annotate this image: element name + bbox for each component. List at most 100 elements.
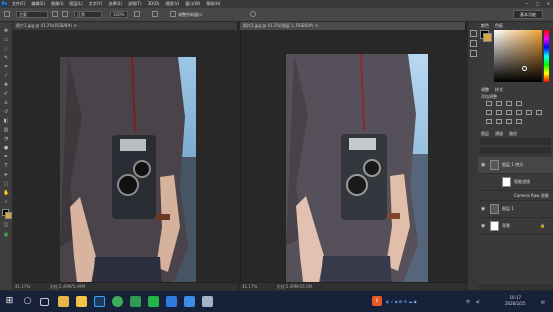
store-icon[interactable] bbox=[184, 296, 195, 307]
crop-tool-icon[interactable]: ⌗ bbox=[3, 64, 9, 70]
zoom-status-left[interactable]: 41.17% bbox=[15, 284, 30, 289]
color-balance-adjust-icon[interactable] bbox=[506, 110, 512, 115]
curves-adjust-icon[interactable] bbox=[506, 101, 512, 106]
tab-color[interactable]: 颜色 bbox=[481, 22, 489, 29]
menu-window[interactable]: 窗口(W) bbox=[185, 0, 200, 8]
menu-view[interactable]: 视图(V) bbox=[165, 0, 179, 8]
tab-swatches[interactable]: 色板 bbox=[495, 22, 503, 29]
hue-saturation-adjust-icon[interactable] bbox=[496, 110, 502, 115]
visibility-eye-icon[interactable]: ◉ bbox=[481, 207, 486, 212]
menu-select[interactable]: 选择(S) bbox=[108, 0, 122, 8]
tab-adjustments[interactable]: 调整 bbox=[481, 86, 489, 93]
move-tool-icon[interactable]: ✥ bbox=[3, 28, 9, 34]
hand-tool-icon[interactable]: ✋ bbox=[3, 190, 9, 196]
canvas-left[interactable] bbox=[13, 30, 238, 291]
gradient-map-adjust-icon[interactable] bbox=[516, 119, 522, 124]
menu-type[interactable]: 文字(Y) bbox=[89, 0, 103, 8]
posterize-adjust-icon[interactable] bbox=[496, 119, 502, 124]
tab-document-2[interactable]: 照片2.jpg @ 41.2%(图层 1, RGB/8#) ✕ bbox=[240, 22, 466, 30]
menu-filter[interactable]: 滤镜(T) bbox=[128, 0, 142, 8]
canvas-right[interactable] bbox=[240, 30, 467, 290]
levels-adjust-icon[interactable] bbox=[496, 101, 502, 106]
shape-tool-icon[interactable]: ▢ bbox=[3, 181, 9, 187]
type-tool-icon[interactable]: T bbox=[3, 163, 9, 169]
layer-row-layer1[interactable]: ◉ 图层 1 bbox=[478, 201, 553, 218]
task-view-icon[interactable] bbox=[40, 298, 49, 306]
clone-stamp-tool-icon[interactable]: ♙ bbox=[3, 100, 9, 106]
mail-icon[interactable] bbox=[166, 296, 177, 307]
brightness-adjust-icon[interactable] bbox=[486, 101, 492, 106]
tab-styles[interactable]: 样式 bbox=[495, 86, 503, 93]
tab-channels[interactable]: 通道 bbox=[495, 130, 503, 137]
marquee-tool-icon[interactable]: ▭ bbox=[3, 37, 9, 43]
browser-icon[interactable] bbox=[112, 296, 123, 307]
file-explorer-icon[interactable] bbox=[76, 296, 87, 307]
zoom-field[interactable]: 100% bbox=[110, 11, 128, 18]
character-panel-icon[interactable] bbox=[470, 50, 477, 57]
size-select[interactable]: 主要 bbox=[16, 11, 48, 18]
checkbox-icon[interactable] bbox=[170, 11, 176, 17]
close-button[interactable]: ✕ bbox=[547, 0, 550, 8]
screen-mode-icon[interactable]: ▣ bbox=[3, 232, 9, 238]
background-color-swatch[interactable] bbox=[5, 212, 12, 219]
menu-edit[interactable]: 编辑(E) bbox=[31, 0, 45, 8]
history-brush-tool-icon[interactable]: ↺ bbox=[3, 109, 9, 115]
visibility-eye-icon[interactable]: ◉ bbox=[481, 163, 486, 168]
pen-tool-icon[interactable]: ✒ bbox=[3, 154, 9, 160]
tool-preset-icon[interactable] bbox=[4, 11, 10, 17]
color-background-swatch[interactable] bbox=[483, 33, 492, 42]
menu-image[interactable]: 图像(I) bbox=[51, 0, 63, 8]
zoom-tool-icon[interactable]: ⌕ bbox=[3, 199, 9, 205]
layer-filter-bar[interactable] bbox=[480, 138, 551, 145]
photos-icon[interactable] bbox=[202, 296, 213, 307]
history-panel-icon[interactable] bbox=[470, 30, 477, 37]
tab-document-1[interactable]: 照片1.jpg @ 41.2%(RGB/8#) ✕ bbox=[13, 22, 238, 30]
eraser-tool-icon[interactable]: ◧ bbox=[3, 118, 9, 124]
gradient-tool-icon[interactable]: ▥ bbox=[3, 127, 9, 133]
tab-layers[interactable]: 图层 bbox=[481, 130, 489, 137]
color-picker-field[interactable] bbox=[494, 30, 542, 82]
windows-start-icon[interactable]: ⊞ bbox=[4, 296, 15, 307]
blur-tool-icon[interactable]: ◔ bbox=[3, 136, 9, 142]
vibrance-adjust-icon[interactable] bbox=[486, 110, 492, 115]
healing-brush-tool-icon[interactable]: ✚ bbox=[3, 82, 9, 88]
tray-icons[interactable]: ◐ ♪ ◈ ✿ ⚙ ☁ ◆ bbox=[386, 291, 417, 312]
ime-icon[interactable]: S bbox=[372, 296, 382, 306]
clone-source-icon[interactable] bbox=[62, 11, 68, 17]
menu-layer[interactable]: 图层(L) bbox=[69, 0, 82, 8]
threshold-adjust-icon[interactable] bbox=[506, 119, 512, 124]
quick-select-tool-icon[interactable]: ✎ bbox=[3, 55, 9, 61]
black-white-adjust-icon[interactable] bbox=[516, 110, 522, 115]
color-picker-cursor[interactable] bbox=[522, 66, 527, 71]
hue-slider[interactable] bbox=[544, 30, 549, 82]
volume-icon[interactable]: ◂) bbox=[476, 291, 480, 312]
menu-3d[interactable]: 3D(D) bbox=[148, 0, 160, 8]
channel-mixer-adjust-icon[interactable] bbox=[536, 110, 542, 115]
tab-paths[interactable]: 路径 bbox=[509, 130, 517, 137]
fit-screen-icon[interactable] bbox=[134, 11, 140, 17]
quick-mask-icon[interactable]: ◫ bbox=[3, 222, 9, 228]
layer-row-camera-raw[interactable]: Camera Raw 滤镜 bbox=[478, 191, 553, 201]
pressure-icon[interactable] bbox=[152, 11, 158, 17]
menu-help[interactable]: 帮助(H) bbox=[206, 0, 220, 8]
blend-mode-bar[interactable] bbox=[480, 147, 551, 154]
path-select-tool-icon[interactable]: ➤ bbox=[3, 172, 9, 178]
photoshop-taskbar-icon[interactable] bbox=[94, 296, 105, 307]
angle-icon[interactable] bbox=[250, 11, 256, 17]
lasso-tool-icon[interactable]: ◌ bbox=[3, 46, 9, 52]
clock[interactable]: 10:17 2020/2/25 bbox=[505, 295, 526, 307]
mode-select[interactable]: 正常 bbox=[74, 11, 102, 18]
notification-icon[interactable]: ▤ bbox=[541, 291, 545, 312]
minimize-button[interactable]: — bbox=[525, 0, 529, 8]
properties-panel-icon[interactable] bbox=[470, 40, 477, 47]
brush-settings-icon[interactable] bbox=[52, 11, 58, 17]
layer-row-background[interactable]: ◉ 背景 🔒 bbox=[478, 218, 553, 235]
menu-file[interactable]: 文件(F) bbox=[12, 0, 25, 8]
layer-row-smart-filters[interactable]: 智能滤镜 bbox=[478, 174, 553, 191]
workspace-select[interactable]: 基本功能 bbox=[513, 10, 543, 19]
chat-icon[interactable] bbox=[130, 296, 141, 307]
search-icon[interactable]: ○ bbox=[22, 296, 33, 307]
invert-adjust-icon[interactable] bbox=[486, 119, 492, 124]
layer-row-copy[interactable]: ◉ 图层 1 拷贝 bbox=[478, 157, 553, 174]
eyedropper-tool-icon[interactable]: ⁄ bbox=[3, 73, 9, 79]
